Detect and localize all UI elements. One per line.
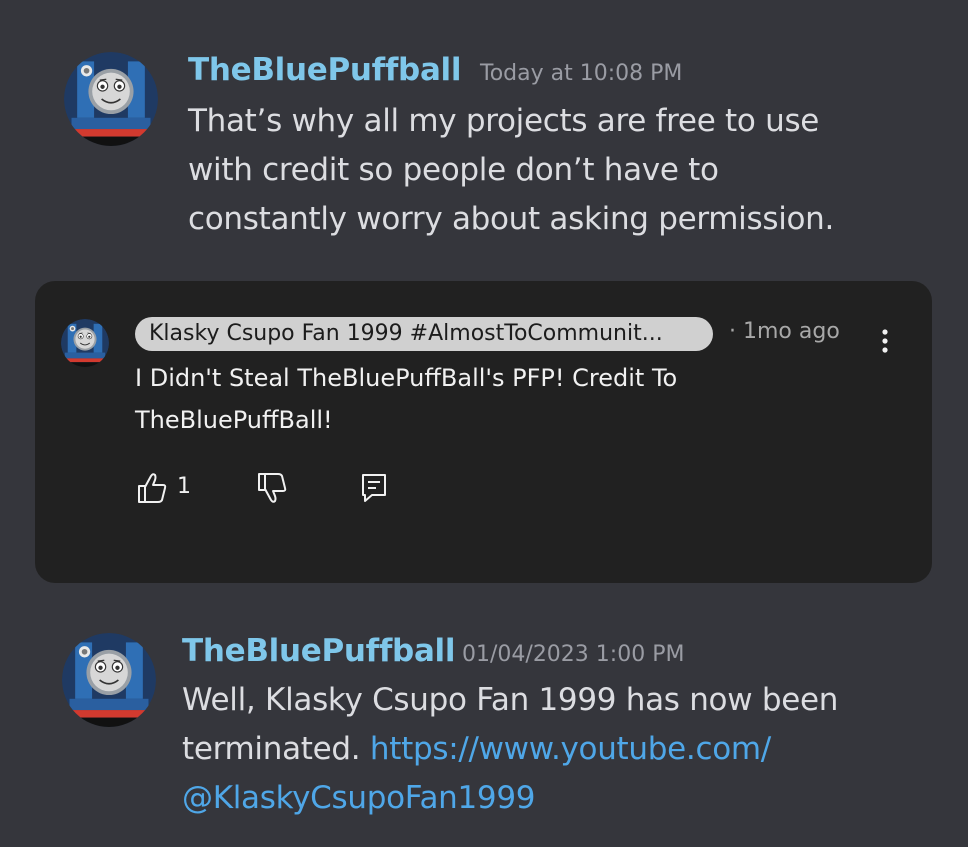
reply-icon[interactable] bbox=[360, 471, 388, 505]
comment-text: I Didn't Steal TheBluePuffBall's PFP! Cr… bbox=[135, 357, 835, 441]
like-count: 1 bbox=[177, 474, 191, 499]
message-timestamp: 01/04/2023 1:00 PM bbox=[462, 642, 685, 667]
message-body: Well, Klasky Csupo Fan 1999 has now been… bbox=[182, 676, 952, 823]
profile-link[interactable]: https://www.youtube.com/ bbox=[370, 731, 771, 767]
thomas-tank-engine-avatar-icon bbox=[64, 52, 158, 146]
avatar[interactable] bbox=[64, 52, 158, 146]
comment-line: TheBluePuffBall! bbox=[135, 406, 333, 434]
avatar[interactable] bbox=[62, 633, 156, 727]
message-line: with credit so people don’t have to bbox=[188, 152, 719, 188]
comment-author-chip[interactable]: Klasky Csupo Fan 1999 #AlmostToCommunit.… bbox=[135, 317, 713, 351]
message-username[interactable]: TheBluePuffball bbox=[182, 633, 456, 669]
message-line: That’s why all my projects are free to u… bbox=[188, 103, 820, 139]
profile-link[interactable]: @KlaskyCsupoFan1999 bbox=[182, 780, 536, 816]
commenter-avatar[interactable] bbox=[61, 319, 109, 367]
thumbs-up-icon[interactable] bbox=[136, 471, 168, 505]
message-line: terminated. https://www.youtube.com/ bbox=[182, 725, 952, 774]
message-line: Well, Klasky Csupo Fan 1999 has now been bbox=[182, 682, 839, 718]
comment-age: · 1mo ago bbox=[729, 319, 840, 344]
thumbs-down-icon[interactable] bbox=[256, 471, 288, 505]
more-vert-icon[interactable] bbox=[873, 327, 897, 357]
comment-line: I Didn't Steal TheBluePuffBall's PFP! Cr… bbox=[135, 364, 678, 392]
thomas-tank-engine-avatar-icon bbox=[62, 633, 156, 727]
message-timestamp: Today at 10:08 PM bbox=[480, 61, 683, 86]
message-body: That’s why all my projects are free to u… bbox=[188, 97, 948, 244]
embedded-comment-card: Klasky Csupo Fan 1999 #AlmostToCommunit.… bbox=[35, 281, 932, 583]
message-text: terminated. bbox=[182, 731, 370, 767]
thomas-tank-engine-avatar-icon bbox=[61, 319, 109, 367]
message-line: constantly worry about asking permission… bbox=[188, 201, 835, 237]
message-line: @KlaskyCsupoFan1999 bbox=[182, 774, 952, 823]
message-username[interactable]: TheBluePuffball bbox=[188, 52, 462, 88]
